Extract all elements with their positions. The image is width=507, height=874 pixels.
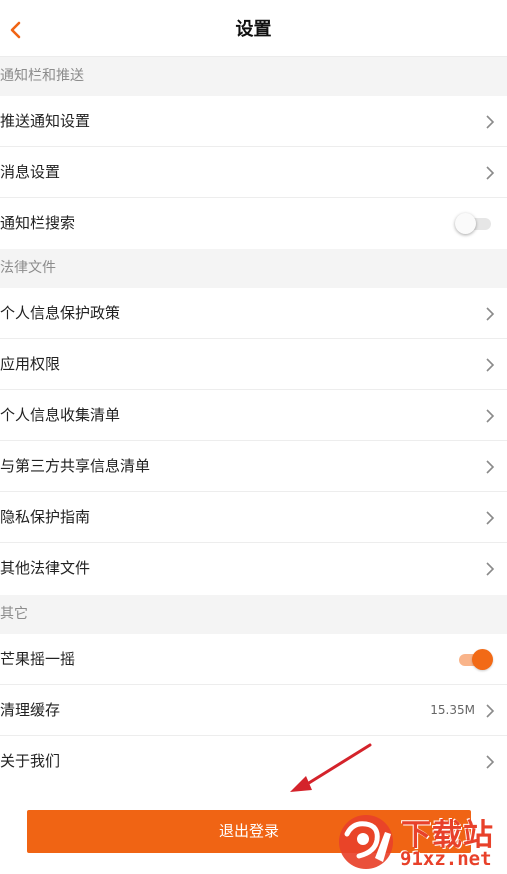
row-label: 推送通知设置 xyxy=(0,112,91,130)
row-label: 消息设置 xyxy=(0,163,61,181)
row-privacy-policy[interactable]: 个人信息保护政策 xyxy=(0,288,507,339)
page-title: 设置 xyxy=(235,19,272,40)
row-label: 芒果摇一摇 xyxy=(0,650,76,668)
row-message-settings[interactable]: 消息设置 xyxy=(0,147,507,198)
back-button[interactable] xyxy=(0,10,30,50)
section-header-other: 其它 xyxy=(0,595,507,634)
row-label: 应用权限 xyxy=(0,355,61,373)
chevron-right-icon xyxy=(486,409,495,423)
watermark-logo-icon xyxy=(339,815,393,869)
row-other-legal-documents[interactable]: 其他法律文件 xyxy=(0,543,507,594)
chevron-left-icon xyxy=(10,21,21,39)
toggle-knob xyxy=(455,213,476,234)
annotation-arrow-icon xyxy=(290,743,372,792)
notification-search-toggle[interactable] xyxy=(455,212,493,234)
chevron-right-icon xyxy=(486,704,495,718)
row-label: 关于我们 xyxy=(0,752,61,770)
watermark: 下载站 91xz.net xyxy=(333,808,507,874)
cache-size-value: 15.35M xyxy=(430,703,475,717)
nav-bar: 设置 xyxy=(0,0,507,57)
row-third-party-sharing-list[interactable]: 与第三方共享信息清单 xyxy=(0,441,507,492)
row-label: 清理缓存 xyxy=(0,701,61,719)
row-privacy-guide[interactable]: 隐私保护指南 xyxy=(0,492,507,543)
row-label: 个人信息收集清单 xyxy=(0,406,121,424)
row-label: 隐私保护指南 xyxy=(0,508,91,526)
chevron-right-icon xyxy=(486,562,495,576)
chevron-right-icon xyxy=(486,307,495,321)
chevron-right-icon xyxy=(486,358,495,372)
section-header-legal: 法律文件 xyxy=(0,249,507,288)
row-notification-bar-search: 通知栏搜索 xyxy=(0,198,507,249)
row-label: 通知栏搜索 xyxy=(0,214,76,232)
row-info-collection-list[interactable]: 个人信息收集清单 xyxy=(0,390,507,441)
row-app-permissions[interactable]: 应用权限 xyxy=(0,339,507,390)
chevron-right-icon xyxy=(486,460,495,474)
toggle-knob xyxy=(472,649,493,670)
chevron-right-icon xyxy=(486,755,495,769)
row-label: 个人信息保护政策 xyxy=(0,304,121,322)
row-push-notification-settings[interactable]: 推送通知设置 xyxy=(0,96,507,147)
chevron-right-icon xyxy=(486,166,495,180)
row-about-us[interactable]: 关于我们 xyxy=(0,736,507,787)
settings-screen: 设置 通知栏和推送 推送通知设置 消息设置 通知栏搜索 法律文件 个人信息保护政… xyxy=(0,0,507,874)
watermark-url: 91xz.net xyxy=(400,848,492,870)
row-label: 与第三方共享信息清单 xyxy=(0,457,151,475)
row-label: 其他法律文件 xyxy=(0,559,91,577)
chevron-right-icon xyxy=(486,115,495,129)
chevron-right-icon xyxy=(486,511,495,525)
row-clear-cache[interactable]: 清理缓存 15.35M xyxy=(0,685,507,736)
section-header-notifications: 通知栏和推送 xyxy=(0,57,507,96)
row-shake: 芒果摇一摇 xyxy=(0,634,507,685)
shake-toggle[interactable] xyxy=(455,648,493,670)
